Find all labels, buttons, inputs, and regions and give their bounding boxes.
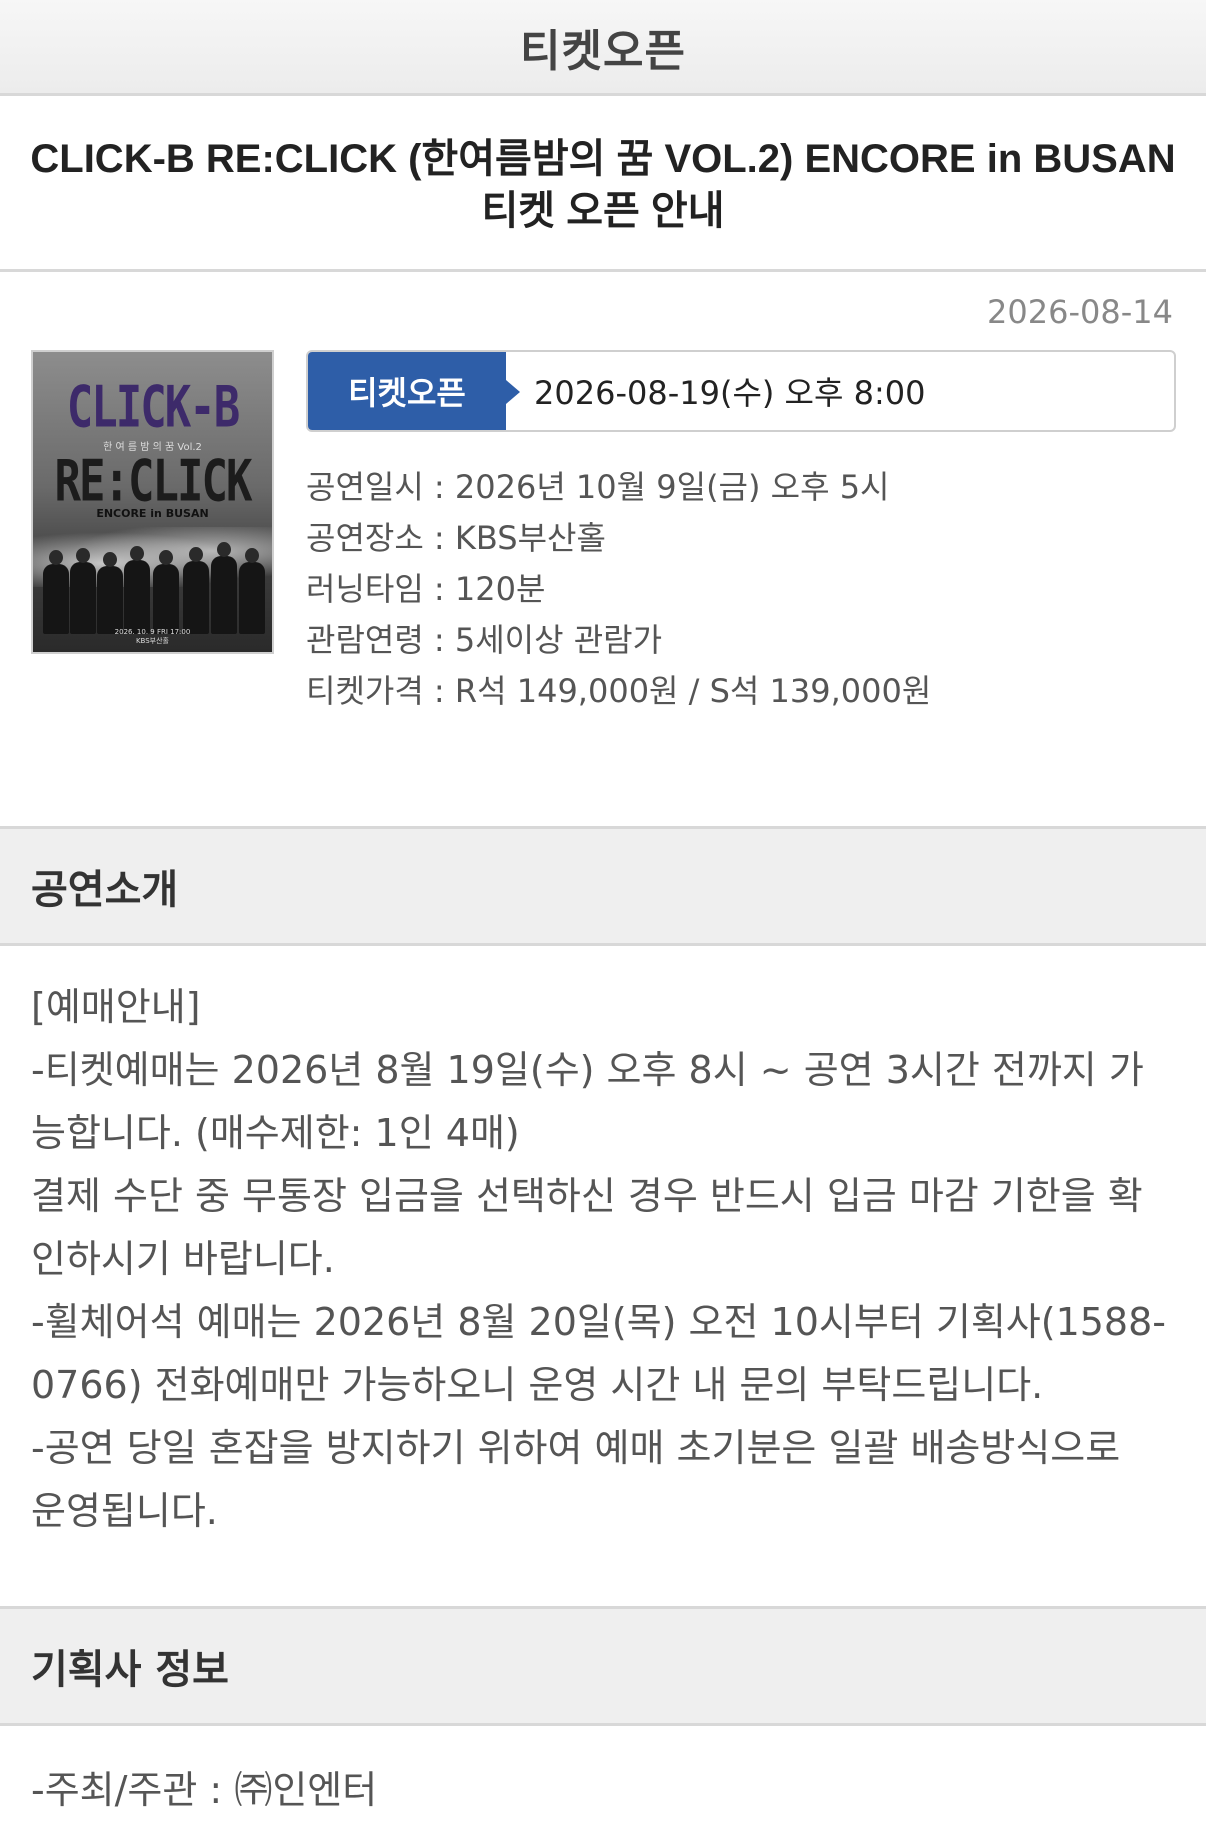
intro-body: [예매안내] -티켓예매는 2026년 8월 19일(수) 오후 8시 ~ 공연…: [31, 976, 1181, 1543]
intro-line: 능합니다. (매수제한: 1인 4매): [31, 1111, 520, 1155]
poster-logo-top: CLICK-B: [66, 374, 240, 441]
promoter-section-title: 기획사 정보: [31, 1647, 229, 1693]
ticket-open-badge: 티켓오픈: [308, 352, 520, 430]
intro-section-title: 공연소개: [31, 867, 179, 913]
info-venue: 공연장소 : KBS부산홀: [306, 519, 606, 557]
posted-date: 2026-08-14: [987, 293, 1173, 331]
poster-encore: ENCORE in BUSAN: [96, 507, 209, 520]
intro-section-header: 공연소개: [0, 826, 1206, 946]
intro-line: 0766) 전화예매만 가능하오니 운영 시간 내 문의 부탁드립니다.: [31, 1363, 1044, 1407]
promoter-section-header: 기획사 정보: [0, 1606, 1206, 1726]
ticket-open-datetime: 2026-08-19(수) 오후 8:00: [534, 374, 926, 412]
intro-line: [예매안내]: [31, 985, 201, 1029]
intro-line: -휠체어석 예매는 2026년 8월 20일(목) 오전 10시부터 기획사(1…: [31, 1300, 1166, 1344]
event-title-block: CLICK-B RE:CLICK (한여름밤의 꿈 VOL.2) ENCORE …: [0, 100, 1206, 272]
info-performance-date: 공연일시 : 2026년 10월 9일(금) 오후 5시: [306, 468, 890, 506]
intro-line: 운영됩니다.: [31, 1489, 218, 1533]
info-age-rating: 관람연령 : 5세이상 관람가: [306, 621, 663, 659]
event-title: CLICK-B RE:CLICK (한여름밤의 꿈 VOL.2) ENCORE …: [30, 136, 1176, 233]
intro-line: -공연 당일 혼잡을 방지하기 위하여 예매 초기분은 일괄 배송방식으로: [31, 1426, 1121, 1470]
poster-date: 2026. 10. 9 FRI 17:00: [114, 628, 191, 636]
intro-line: -티켓예매는 2026년 8월 19일(수) 오후 8시 ~ 공연 3시간 전까…: [31, 1048, 1144, 1092]
intro-line: 결제 수단 중 무통장 입금을 선택하신 경우 반드시 입금 마감 기한을 확: [31, 1174, 1143, 1218]
info-running-time: 러닝타임 : 120분: [306, 570, 546, 608]
poster-venue: KBS부산홀: [135, 637, 170, 645]
poster-group-photo: [43, 539, 266, 634]
promoter-info: -주최/주관 : ㈜인엔터: [31, 1768, 378, 1812]
poster-date-line: 2026. 10. 9 FRI 17:00 KBS부산홀: [33, 628, 272, 646]
page-title: 티켓오픈: [520, 25, 686, 77]
ticket-open-box: 티켓오픈 2026-08-19(수) 오후 8:00: [306, 350, 1176, 432]
event-info-list: 공연일시 : 2026년 10월 9일(금) 오후 5시 공연장소 : KBS부…: [306, 462, 931, 717]
top-bar: 티켓오픈: [0, 0, 1206, 96]
event-poster[interactable]: CLICK-B 한 여 름 밤 의 꿈 Vol.2 RE:CLICK ENCOR…: [31, 350, 274, 654]
intro-line: 인하시기 바랍니다.: [31, 1237, 335, 1281]
info-ticket-price: 티켓가격 : R석 149,000원 / S석 139,000원: [306, 672, 932, 710]
poster-logo-bottom: RE:CLICK: [54, 448, 253, 515]
